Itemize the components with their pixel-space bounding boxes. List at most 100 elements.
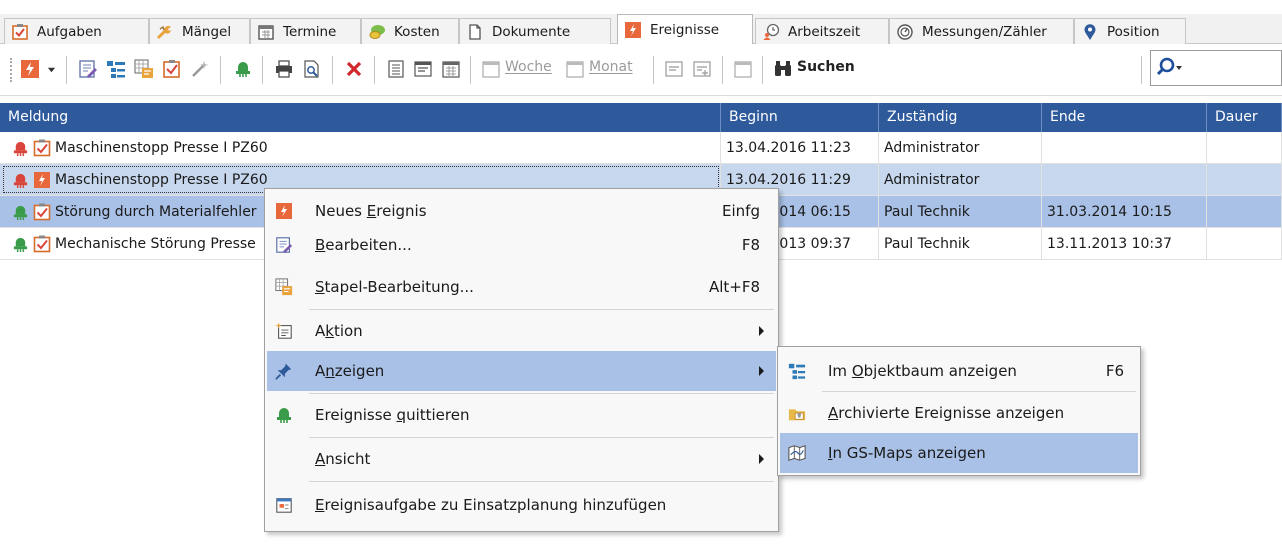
tab-messungen[interactable]: Messungen/Zähler — [889, 18, 1074, 44]
menu-label: Stapel-Bearbeitung... — [315, 278, 474, 296]
week-view-icon-button — [479, 57, 503, 81]
green-alarm-light-icon — [13, 205, 28, 220]
task-check-icon — [33, 203, 51, 221]
column-header-zustaendig[interactable]: Zuständig — [879, 103, 1042, 132]
edit-button[interactable] — [76, 57, 100, 81]
pin-icon — [275, 363, 292, 380]
task-check-icon — [12, 23, 28, 40]
menu-shortcut: Alt+F8 — [708, 278, 760, 296]
map-icon — [788, 445, 806, 461]
tab-maengel[interactable]: Mängel — [149, 18, 250, 44]
tab-ereignisse[interactable]: Ereignisse — [617, 14, 753, 45]
form-add-button[interactable] — [690, 57, 714, 81]
delete-button[interactable] — [342, 57, 366, 81]
menu-item-edit[interactable]: Bearbeiten... F8 — [267, 225, 776, 265]
month-view-button[interactable]: Monat — [589, 59, 633, 75]
column-header-beginn[interactable]: Beginn — [721, 103, 879, 132]
cell-zustaendig: Administrator — [879, 132, 1042, 164]
printer-icon — [276, 60, 292, 78]
print-preview-button[interactable] — [300, 57, 324, 81]
toolbar-grip[interactable] — [10, 58, 12, 82]
meldung-text: Maschinenstopp Presse I PZ60 — [55, 140, 268, 156]
column-header-ende[interactable]: Ende — [1042, 103, 1207, 132]
tab-position[interactable]: Position — [1074, 18, 1186, 44]
tab-kosten[interactable]: Kosten — [361, 18, 459, 44]
menu-item-action[interactable]: Aktion — [267, 311, 776, 351]
tab-termine[interactable]: Termine — [250, 18, 361, 44]
week-view-button[interactable]: Woche — [505, 59, 552, 75]
wrench-icon — [156, 25, 171, 39]
tree-view-button[interactable] — [104, 57, 128, 81]
menu-item-batch-edit[interactable]: Stapel-Bearbeitung... Alt+F8 — [267, 267, 776, 307]
task-button[interactable] — [160, 57, 184, 81]
cell-dauer — [1207, 196, 1282, 228]
calendar-plain-button[interactable] — [731, 57, 755, 81]
tab-dokumente[interactable]: Dokumente — [459, 18, 611, 44]
menu-label: Neues Ereignis — [315, 202, 427, 220]
chevron-down-icon — [47, 67, 55, 72]
task-check-icon — [33, 235, 51, 253]
lightning-icon — [625, 22, 641, 38]
binoculars-icon-holder[interactable] — [771, 57, 795, 81]
menu-item-show[interactable]: Anzeigen — [267, 351, 776, 391]
lightning-icon — [21, 60, 39, 78]
form-view-button[interactable] — [662, 57, 686, 81]
menu-item-archived-events[interactable]: Archivierte Ereignisse anzeigen — [780, 393, 1138, 433]
wand-icon — [192, 61, 208, 77]
magic-wand-button[interactable] — [188, 57, 212, 81]
menu-item-view[interactable]: Ansicht — [267, 439, 776, 479]
money-icon — [369, 24, 385, 39]
list-view-icon — [388, 60, 404, 78]
context-menu: Neues Ereignis Einfg Bearbeiten... F8 St… — [264, 188, 779, 532]
menu-label: Ereignisaufgabe zu Einsatzplanung hinzuf… — [315, 496, 667, 514]
menu-item-acknowledge[interactable]: Ereignisse quittieren — [267, 395, 776, 435]
submenu-arrow-icon — [759, 454, 764, 464]
toolbar-separator — [220, 56, 221, 84]
module-tab-bar: Aufgaben Mängel Termine Kosten Dokumente… — [0, 14, 1282, 45]
toolbar-separator — [1141, 56, 1142, 84]
show-submenu: Im Objektbaum anzeigen F6 Archivierte Er… — [777, 346, 1141, 476]
month-view-icon-button — [563, 57, 587, 81]
menu-shortcut: Einfg — [722, 202, 760, 220]
menu-label: Ereignisse quittieren — [315, 406, 470, 424]
search-input[interactable] — [1150, 50, 1282, 86]
tab-aufgaben[interactable]: Aufgaben — [4, 18, 149, 44]
batch-edit-button[interactable] — [132, 57, 156, 81]
acknowledge-button[interactable] — [231, 57, 255, 81]
green-alarm-light-icon — [236, 62, 250, 77]
green-alarm-light-icon — [277, 408, 291, 423]
tab-label: Mängel — [182, 23, 232, 40]
list-view-button[interactable] — [384, 57, 408, 81]
menu-shortcut: F8 — [741, 236, 760, 254]
menu-item-gs-maps[interactable]: In GS-Maps anzeigen — [780, 433, 1138, 473]
form-icon — [665, 61, 683, 77]
menu-separator — [822, 391, 1136, 392]
menu-label: Im Objektbaum anzeigen — [828, 362, 1017, 380]
document-icon — [469, 23, 481, 40]
delete-x-icon — [346, 61, 362, 77]
print-button[interactable] — [272, 57, 296, 81]
menu-item-add-task-planning[interactable]: Ereignisaufgabe zu Einsatzplanung hinzuf… — [267, 485, 776, 525]
tab-arbeitszeit[interactable]: Arbeitszeit — [755, 18, 889, 44]
calendar-month-icon — [566, 61, 584, 78]
calendar-icon — [734, 61, 752, 78]
location-pin-icon — [1084, 23, 1096, 40]
menu-separator — [309, 437, 774, 438]
event-toolbar: Woche Monat Suchen — [0, 44, 1282, 96]
column-header-dauer[interactable]: Dauer — [1207, 103, 1282, 132]
submenu-arrow-icon — [759, 326, 764, 336]
tree-icon — [788, 363, 806, 380]
table-row[interactable]: Maschinenstopp Presse I PZ60 13.04.2016 … — [0, 132, 1282, 164]
new-event-button[interactable] — [18, 57, 42, 81]
menu-item-object-tree[interactable]: Im Objektbaum anzeigen F6 — [780, 351, 1138, 391]
action-sheet-icon — [275, 322, 292, 339]
column-header-meldung[interactable]: Meldung — [0, 103, 721, 132]
binoculars-icon — [775, 61, 791, 76]
detail-view-button[interactable] — [411, 57, 435, 81]
tab-label: Dokumente — [492, 23, 571, 40]
cell-dauer — [1207, 228, 1282, 260]
new-event-dropdown-button[interactable] — [44, 57, 58, 81]
submenu-arrow-icon — [759, 366, 764, 376]
calendar-view-button[interactable] — [439, 57, 463, 81]
search-button[interactable]: Suchen — [797, 59, 855, 75]
